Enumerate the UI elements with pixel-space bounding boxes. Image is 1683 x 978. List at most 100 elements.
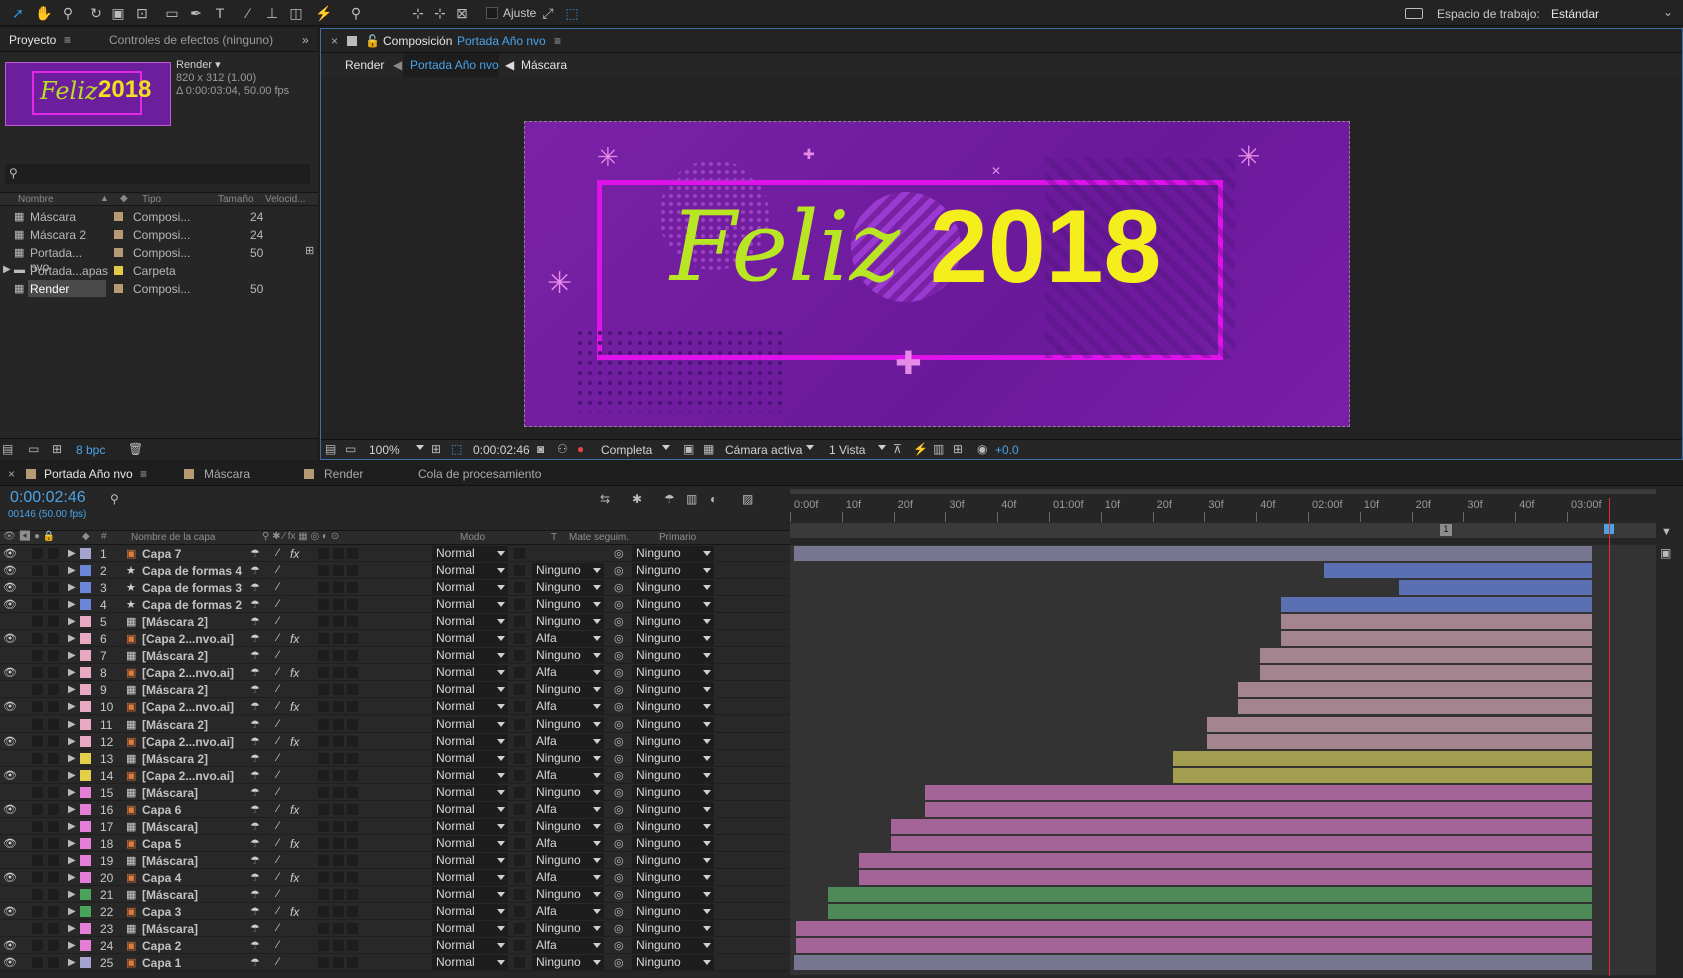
motion-blur-switch[interactable] <box>318 633 329 645</box>
track-matte-dropdown[interactable]: Ninguno <box>532 955 604 971</box>
rectangle-tool-icon[interactable]: ▭ <box>162 3 182 23</box>
fx-switch-icon[interactable]: fx <box>290 735 299 749</box>
pick-whip-icon[interactable]: ◎ <box>614 905 624 918</box>
parent-dropdown[interactable]: Ninguno <box>632 665 714 681</box>
always-preview-icon[interactable]: ▤ <box>325 442 336 456</box>
new-composition-icon[interactable]: ⊞ <box>52 442 62 456</box>
layer-name[interactable]: [Capa 2...nvo.ai] <box>142 632 234 646</box>
adjustment-switch[interactable] <box>333 769 344 781</box>
close-icon[interactable]: × <box>8 467 15 481</box>
layer-row[interactable]: ▶ 13 ▦ [Máscara 2] ☂ ⁄ Normal Ninguno ◎ Ninguno <box>0 749 790 767</box>
monitor-icon[interactable]: ▭ <box>345 442 356 456</box>
label-color-swatch[interactable] <box>80 889 91 900</box>
3d-switch[interactable] <box>347 889 358 900</box>
solo-switch[interactable] <box>32 718 43 730</box>
label-color-swatch[interactable] <box>80 786 91 798</box>
3d-switch[interactable] <box>347 854 358 866</box>
preserve-transparency-checkbox[interactable] <box>514 650 525 662</box>
quality-switch-icon[interactable]: ⁄ <box>277 649 279 661</box>
track-matte-dropdown[interactable]: Alfa <box>532 904 604 920</box>
snap-frame-icon[interactable]: ⬚ <box>562 3 582 23</box>
pick-whip-icon[interactable]: ◎ <box>614 683 624 696</box>
3d-switch[interactable] <box>347 923 358 935</box>
layer-duration-bar[interactable] <box>1238 699 1592 715</box>
frame-blending-icon[interactable]: ▥ <box>686 492 697 506</box>
layer-row[interactable]: 👁 ▶ 10 ▣ [Capa 2...nvo.ai] ☂ ⁄ fx Normal Alfa ◎ Nin… <box>0 698 790 716</box>
fx-switch-icon[interactable]: fx <box>290 803 299 817</box>
parent-dropdown[interactable]: Ninguno <box>632 904 714 920</box>
preserve-transparency-checkbox[interactable] <box>514 718 525 730</box>
blend-mode-dropdown[interactable]: Normal <box>432 887 508 902</box>
pick-whip-icon[interactable]: ◎ <box>614 718 624 731</box>
pick-whip-icon[interactable]: ◎ <box>614 666 624 679</box>
adjustment-switch[interactable] <box>333 599 344 611</box>
panel-menu-icon[interactable]: ≡ <box>140 467 147 481</box>
pick-whip-icon[interactable]: ◎ <box>614 735 624 748</box>
quality-switch-icon[interactable]: ⁄ <box>277 581 279 593</box>
motion-blur-switch[interactable] <box>318 803 329 815</box>
label-column-icon[interactable]: ◆ <box>120 193 128 204</box>
expand-triangle-icon[interactable]: ▶ <box>68 957 76 968</box>
quality-switch-icon[interactable]: ⁄ <box>277 939 279 951</box>
pick-whip-icon[interactable]: ◎ <box>614 700 624 713</box>
layer-duration-bar[interactable] <box>1260 665 1592 681</box>
motion-blur-switch[interactable] <box>318 837 329 849</box>
quality-switch-icon[interactable]: ⁄ <box>277 683 279 695</box>
parent-dropdown[interactable]: Ninguno <box>632 614 714 630</box>
layer-duration-bar[interactable] <box>924 801 1592 817</box>
composition-canvas[interactable]: Feliz 2018 ✳ ✳ ✳ ✚ ✚ ✕ <box>524 121 1350 427</box>
label-color-swatch[interactable] <box>80 684 91 696</box>
preserve-transparency-checkbox[interactable] <box>514 565 525 577</box>
track-matte-dropdown[interactable]: Ninguno <box>532 648 604 664</box>
shy-switch-icon[interactable]: ☂ <box>250 632 260 645</box>
view-axis-icon[interactable]: ⊠ <box>452 3 472 23</box>
preserve-transparency-checkbox[interactable] <box>514 769 525 781</box>
solo-switch[interactable] <box>32 906 43 918</box>
quality-switch-icon[interactable]: ⁄ <box>277 547 279 559</box>
blend-mode-dropdown[interactable]: Normal <box>432 801 508 817</box>
lock-switch[interactable] <box>48 599 59 611</box>
timeline-icon[interactable]: ▥ <box>933 442 944 456</box>
quality-switch-icon[interactable]: ⁄ <box>277 700 279 712</box>
blend-mode-dropdown[interactable]: Normal <box>432 665 508 681</box>
view-layout-dropdown[interactable]: 1 Vista <box>825 440 889 459</box>
interpret-footage-icon[interactable]: ▤ <box>2 442 13 456</box>
time-ruler[interactable]: 0:00f 10f 20f 30f 40f 01:00f 10f 20f 30f 40f 02:00… <box>790 486 1683 545</box>
preserve-transparency-checkbox[interactable] <box>514 906 525 918</box>
parent-dropdown[interactable]: Ninguno <box>632 580 714 596</box>
layer-duration-bar[interactable] <box>859 869 1592 885</box>
column-parent[interactable]: Primario <box>659 532 696 543</box>
adjustment-switch[interactable] <box>333 940 344 952</box>
motion-blur-switch[interactable] <box>318 752 329 764</box>
shy-switch-icon[interactable]: ☂ <box>250 888 260 901</box>
preserve-transparency-checkbox[interactable] <box>514 633 525 645</box>
track-matte-dropdown[interactable]: Alfa <box>532 801 604 817</box>
expand-triangle-icon[interactable]: ▶ <box>68 889 76 900</box>
lock-switch[interactable] <box>48 548 59 559</box>
solo-switch[interactable] <box>32 940 43 952</box>
lock-switch[interactable] <box>48 940 59 952</box>
layer-row[interactable]: 👁 ▶ 8 ▣ [Capa 2...nvo.ai] ☂ ⁄ fx Normal Alfa ◎ Ning… <box>0 664 790 682</box>
blend-mode-dropdown[interactable]: Normal <box>432 869 508 885</box>
workspace-dropdown[interactable]: Estándar ⌄ <box>1545 2 1677 24</box>
project-search-input[interactable]: ⚲ <box>5 164 310 184</box>
layer-name[interactable]: [Máscara 2] <box>142 718 208 732</box>
3d-switch[interactable] <box>347 803 358 815</box>
lock-switch[interactable] <box>48 957 59 969</box>
layer-row[interactable]: ▶ 5 ▦ [Máscara 2] ☂ ⁄ Normal Ninguno ◎ Ninguno <box>0 613 790 631</box>
layer-duration-bar[interactable] <box>794 546 1592 561</box>
column-type[interactable]: Tipo <box>142 194 161 205</box>
motion-blur-switch[interactable] <box>318 701 329 713</box>
blend-mode-dropdown[interactable]: Normal <box>432 767 508 783</box>
motion-blur-switch[interactable] <box>318 548 329 559</box>
quality-switch-icon[interactable]: ⁄ <box>277 666 279 678</box>
adjustment-switch[interactable] <box>333 548 344 559</box>
label-color-swatch[interactable] <box>80 769 91 781</box>
snap-options-icon[interactable]: ⤢ <box>538 3 558 23</box>
pick-whip-icon[interactable]: ◎ <box>614 786 624 799</box>
pick-whip-icon[interactable]: ◎ <box>614 956 624 969</box>
expand-triangle-icon[interactable]: ▶ <box>68 701 76 712</box>
parent-dropdown[interactable]: Ninguno <box>632 784 714 800</box>
parent-dropdown[interactable]: Ninguno <box>632 750 714 766</box>
shy-switch-icon[interactable]: ☂ <box>250 922 260 935</box>
